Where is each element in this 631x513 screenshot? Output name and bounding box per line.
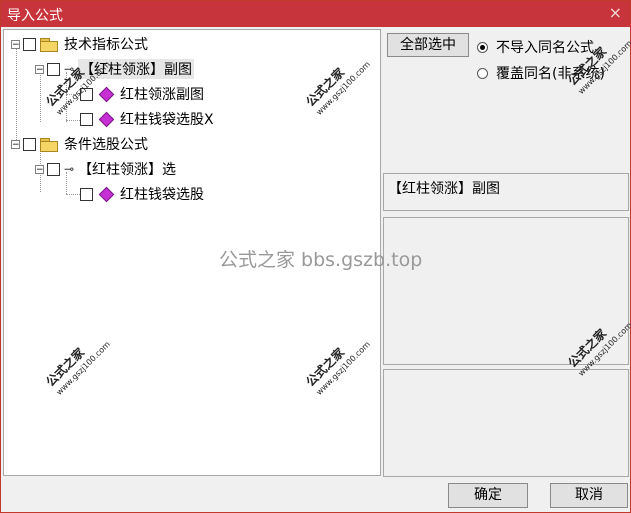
folder-icon	[40, 137, 58, 152]
watermark-stamp: 公式之家 www.gszj100.com	[303, 339, 372, 397]
selected-formula-label: 【红柱领涨】副图	[388, 181, 500, 197]
collapse-icon[interactable]: −	[35, 64, 44, 74]
import-formula-dialog: 导入公式 × − 技术指标公式 − ⊸ 【红柱领涨】副图 红柱领涨副图 红柱钱袋…	[0, 0, 631, 513]
node-checkbox[interactable]	[23, 37, 36, 51]
dialog-title: 导入公式	[7, 8, 63, 24]
node-label: 红柱钱袋选股	[120, 187, 204, 203]
node-label: 技术指标公式	[64, 37, 148, 53]
radio-overwrite[interactable]: 覆盖同名(非系统)	[477, 63, 605, 83]
radio-label: 不导入同名公式	[496, 40, 594, 56]
tree-connector	[16, 48, 17, 144]
node-label: 红柱钱袋选股X	[120, 112, 214, 128]
collapse-icon[interactable]: −	[35, 164, 44, 174]
node-checkbox[interactable]	[80, 112, 93, 126]
node-checkbox[interactable]	[47, 62, 60, 76]
radio-button[interactable]	[477, 41, 488, 53]
collapse-icon[interactable]: −	[11, 39, 20, 49]
node-checkbox[interactable]	[80, 87, 93, 101]
formula-params-box	[383, 369, 629, 477]
cancel-button[interactable]: 取消	[550, 483, 628, 508]
tree-node-hzlz-subchart[interactable]: − ⊸ 【红柱领涨】副图	[35, 58, 195, 80]
formula-group-icon: ⊸	[64, 162, 75, 176]
formula-icon	[98, 111, 115, 127]
watermark-stamp: 公式之家 www.gszj100.com	[303, 59, 372, 117]
collapse-icon[interactable]: −	[11, 139, 20, 149]
selected-formula-name: 【红柱领涨】副图	[383, 173, 629, 211]
node-label: 红柱领涨副图	[120, 87, 204, 103]
formula-description-box	[383, 217, 629, 365]
select-all-button[interactable]: 全部选中	[387, 33, 469, 57]
tree-node-indicators[interactable]: − 技术指标公式	[11, 33, 148, 55]
watermark-stamp: 公式之家 www.gszj100.com	[43, 339, 112, 397]
node-checkbox[interactable]	[47, 162, 60, 176]
node-label: 【红柱领涨】选	[78, 162, 177, 178]
radio-label: 覆盖同名(非系统)	[496, 66, 605, 82]
node-checkbox[interactable]	[80, 187, 93, 201]
node-checkbox[interactable]	[23, 137, 36, 151]
radio-button[interactable]	[477, 67, 488, 79]
formula-group-icon: ⊸	[64, 62, 75, 76]
close-icon[interactable]: ×	[609, 3, 622, 22]
ok-button[interactable]: 确定	[448, 483, 528, 508]
node-label: 条件选股公式	[64, 137, 148, 153]
tree-node-formula[interactable]: 红柱钱袋选股X	[80, 108, 214, 130]
tree-node-formula[interactable]: 红柱钱袋选股	[80, 183, 204, 205]
formula-tree: − 技术指标公式 − ⊸ 【红柱领涨】副图 红柱领涨副图 红柱钱袋选股X − 条…	[3, 29, 381, 476]
title-bar: 导入公式 ×	[1, 1, 630, 27]
folder-icon	[40, 37, 58, 52]
tree-node-screening[interactable]: − 条件选股公式	[11, 133, 148, 155]
formula-icon	[98, 86, 115, 102]
tree-node-hzlz-select[interactable]: − ⊸ 【红柱领涨】选	[35, 158, 176, 180]
node-label: 【红柱领涨】副图	[78, 59, 195, 79]
tree-node-formula[interactable]: 红柱领涨副图	[80, 83, 204, 105]
radio-no-import[interactable]: 不导入同名公式	[477, 37, 594, 57]
formula-icon	[98, 186, 115, 202]
